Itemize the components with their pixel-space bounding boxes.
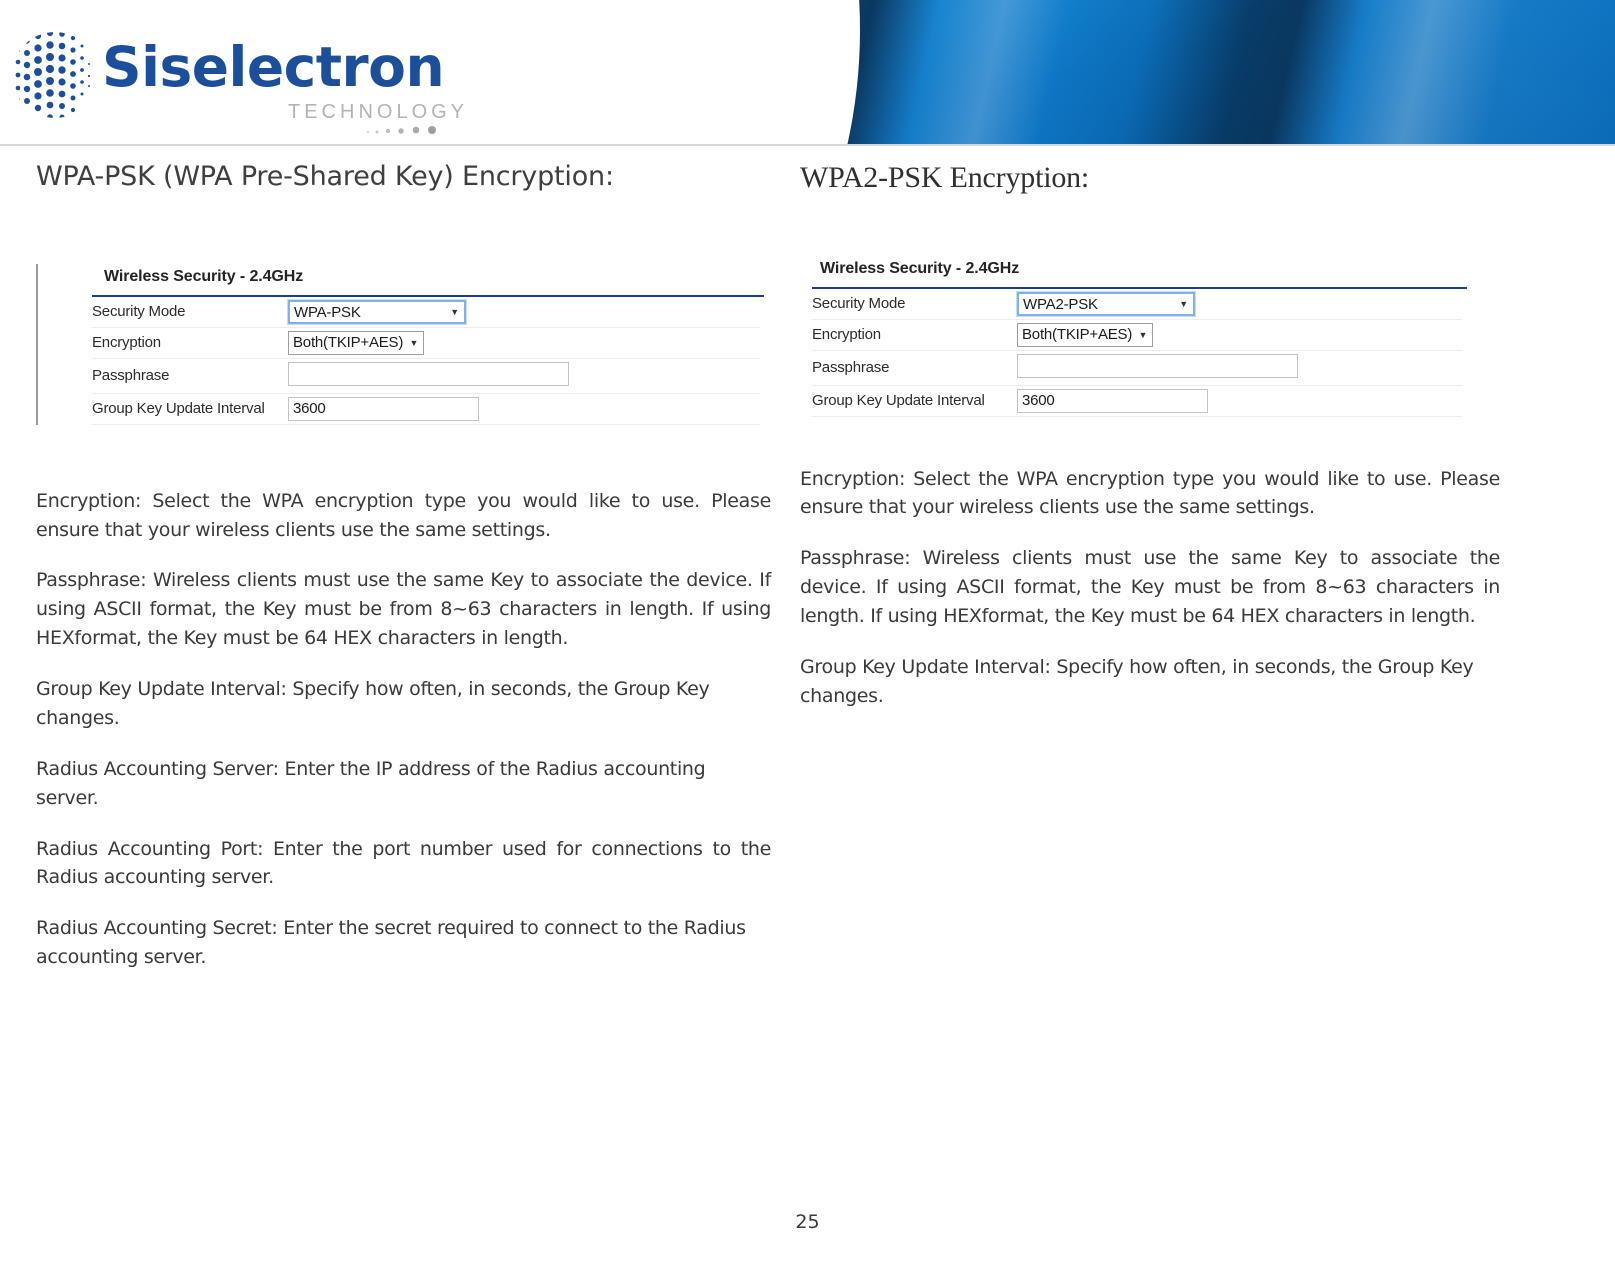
table-row: Encryption Both(TKIP+AES) ▼	[812, 319, 1462, 350]
group-key-update-interval-label: Group Key Update Interval	[812, 392, 985, 409]
security-mode-cell: WPA-PSK ▼	[287, 297, 760, 328]
group-key-update-interval-cell: 3600	[1017, 385, 1462, 416]
page-number: 25	[795, 1211, 820, 1233]
table-row: Encryption Both(TKIP+AES) ▼	[92, 327, 760, 359]
table-row: Security Mode WPA2-PSK ▼	[812, 289, 1462, 320]
right-column: WPA2-PSK Encryption: Wireless Security -…	[800, 162, 1500, 711]
paragraph-group-key-update-interval: Group Key Update Interval: Specify how o…	[36, 678, 710, 729]
wpa2-psk-settings-screenshot: Wireless Security - 2.4GHz Security Mode…	[800, 255, 1492, 417]
chevron-down-icon: ▼	[409, 337, 419, 348]
security-mode-value: WPA-PSK	[294, 303, 361, 321]
logo-dot-trail-icon	[366, 126, 436, 134]
paragraph-encryption: Encryption: Select the WPA encryption ty…	[36, 489, 771, 541]
encryption-select[interactable]: Both(TKIP+AES) ▼	[288, 330, 425, 355]
paragraph-radius-accounting-port: Radius Accounting Port: Enter the port n…	[36, 837, 771, 889]
page-content: WPA-PSK (WPA Pre-Shared Key) Encryption:…	[0, 146, 1615, 1270]
company-logo: Siselectron TECHNOLOGY	[10, 12, 464, 134]
paragraph-group-key-update-interval: Group Key Update Interval: Specify how o…	[800, 655, 1474, 707]
wpa-psk-settings-screenshot: Wireless Security - 2.4GHz Security Mode…	[36, 263, 770, 425]
table-row: Group Key Update Interval 3600	[92, 393, 760, 425]
passphrase-input[interactable]	[288, 361, 569, 386]
right-section-heading: WPA2-PSK Encryption:	[800, 161, 1090, 194]
security-mode-select[interactable]: WPA-PSK ▼	[287, 298, 467, 325]
chevron-down-icon: ▼	[1179, 298, 1188, 309]
left-column: WPA-PSK (WPA Pre-Shared Key) Encryption:…	[36, 162, 771, 972]
encryption-select[interactable]: Both(TKIP+AES) ▼	[1017, 322, 1154, 347]
right-body-text: Encryption: Select the WPA encryption ty…	[800, 465, 1500, 711]
passphrase-cell	[1017, 350, 1462, 385]
chevron-down-icon: ▼	[450, 306, 459, 317]
encryption-cell: Both(TKIP+AES) ▼	[288, 327, 760, 358]
paragraph-radius-accounting-server: Radius Accounting Server: Enter the IP a…	[36, 757, 706, 809]
passphrase-label: Passphrase	[812, 359, 890, 376]
left-body-text: Encryption: Select the WPA encryption ty…	[36, 487, 771, 972]
wireless-security-form: Security Mode WPA2-PSK ▼ Encryption Both…	[812, 289, 1462, 417]
security-mode-label: Security Mode	[812, 295, 906, 312]
paragraph-passphrase: Passphrase: Wireless clients must use th…	[36, 569, 771, 650]
logo-wordmark: Siselectron	[102, 35, 445, 99]
page-header-banner: Siselectron TECHNOLOGY	[0, 0, 1615, 146]
encryption-cell: Both(TKIP+AES) ▼	[1017, 319, 1462, 350]
table-row: Group Key Update Interval 3600	[812, 385, 1462, 416]
wireless-security-panel-title: Wireless Security - 2.4GHz	[820, 259, 1020, 277]
security-mode-value: WPA2-PSK	[1023, 295, 1098, 313]
encryption-label: Encryption	[812, 326, 881, 343]
table-row: Security Mode WPA-PSK ▼	[92, 297, 760, 328]
passphrase-label: Passphrase	[92, 367, 170, 385]
group-key-update-interval-label: Group Key Update Interval	[92, 400, 265, 418]
encryption-value: Both(TKIP+AES)	[293, 333, 404, 351]
left-section-heading: WPA-PSK (WPA Pre-Shared Key) Encryption:	[36, 161, 614, 192]
table-row: Passphrase	[92, 358, 760, 394]
passphrase-cell	[288, 358, 760, 393]
paragraph-encryption: Encryption: Select the WPA encryption ty…	[800, 467, 1500, 519]
globe-logo-icon	[15, 32, 91, 118]
encryption-value: Both(TKIP+AES)	[1022, 325, 1133, 343]
security-mode-label: Security Mode	[92, 303, 186, 321]
passphrase-input[interactable]	[1017, 353, 1298, 378]
group-key-update-interval-input[interactable]: 3600	[288, 396, 479, 421]
paragraph-passphrase: Passphrase: Wireless clients must use th…	[800, 547, 1500, 627]
security-mode-cell: WPA2-PSK ▼	[1016, 289, 1462, 320]
group-key-update-interval-cell: 3600	[288, 393, 760, 424]
encryption-label: Encryption	[92, 334, 161, 352]
table-row: Passphrase	[812, 350, 1462, 385]
group-key-update-interval-input[interactable]: 3600	[1017, 388, 1208, 413]
security-mode-select[interactable]: WPA2-PSK ▼	[1016, 290, 1196, 317]
chevron-down-icon: ▼	[1138, 329, 1148, 340]
wireless-security-form: Security Mode WPA-PSK ▼ Encryption Both(…	[92, 297, 760, 425]
wireless-security-panel-title: Wireless Security - 2.4GHz	[104, 267, 304, 285]
logo-tagline: TECHNOLOGY	[288, 101, 469, 123]
paragraph-radius-accounting-secret: Radius Accounting Secret: Enter the secr…	[36, 917, 746, 969]
